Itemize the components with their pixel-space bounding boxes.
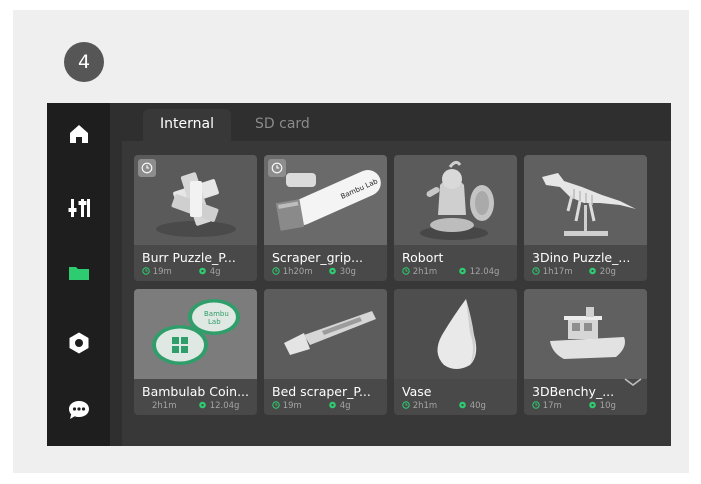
file-thumbnail — [394, 289, 517, 379]
file-thumbnail — [394, 155, 517, 245]
file-name: Robort — [402, 250, 444, 265]
print-time: 1h17m — [542, 267, 573, 277]
file-thumbnail — [524, 155, 647, 245]
clock-icon — [272, 267, 280, 275]
sidebar — [47, 103, 110, 446]
coin-text-1: Bambu — [204, 310, 229, 318]
file-meta: 2h1m 40g — [402, 400, 514, 412]
filament-weight: 12.04g — [469, 267, 500, 277]
file-thumbnail: Bambu Lab — [134, 289, 257, 379]
file-meta: 2h1m 12.04g — [402, 266, 514, 278]
file-name: Vase — [402, 384, 432, 399]
print-time: 2h1m — [152, 401, 177, 411]
file-card[interactable]: 3DBenchy_... 17m 10g — [524, 289, 647, 415]
file-meta: 17m 10g — [532, 400, 644, 412]
history-badge — [268, 159, 286, 177]
clock-icon — [141, 162, 153, 174]
filament-icon — [199, 267, 206, 275]
clock-icon — [271, 162, 283, 174]
file-meta: 19m 4g — [142, 266, 254, 278]
file-card[interactable]: 3Dino Puzzle_... 1h17m 20g — [524, 155, 647, 281]
folder-icon — [68, 267, 89, 280]
clock-icon — [532, 401, 540, 409]
sidebar-item-home[interactable] — [47, 110, 110, 158]
coin-text-2: Lab — [208, 318, 221, 326]
file-name: Bed scraper_P... — [272, 384, 371, 399]
printer-screen: Internal SD card Burr Puzzle_P... 19m 4g… — [47, 103, 671, 446]
print-time: 19m — [152, 267, 172, 277]
file-name: Scraper_grip... — [272, 250, 364, 265]
sidebar-item-files[interactable] — [47, 249, 110, 297]
file-meta: 19m 4g — [272, 400, 384, 412]
filament-icon — [459, 401, 466, 409]
clock-icon — [402, 401, 410, 409]
file-card[interactable]: Bambu Lab Scraper_grip... 1h20m 30g — [264, 155, 387, 281]
file-name: Burr Puzzle_P... — [142, 250, 236, 265]
filament-weight: 10g — [599, 401, 616, 411]
filament-icon — [329, 267, 336, 275]
clock-icon — [532, 267, 540, 275]
tab-internal[interactable]: Internal — [143, 109, 231, 141]
filament-icon — [199, 401, 206, 409]
history-badge — [138, 159, 156, 177]
filament-icon — [459, 267, 466, 275]
file-meta: 2h1m 12.04g — [142, 400, 254, 412]
sidebar-item-messages[interactable] — [47, 386, 110, 434]
filament-icon — [329, 401, 336, 409]
print-time: 1h20m — [282, 267, 313, 277]
file-meta: 1h17m 20g — [532, 266, 644, 278]
file-name: Bambulab Coin... — [142, 384, 250, 399]
print-time: 19m — [282, 401, 302, 411]
sidebar-item-settings[interactable] — [47, 319, 110, 367]
file-card[interactable]: Vase 2h1m 40g — [394, 289, 517, 415]
filament-weight: 40g — [469, 401, 486, 411]
chevron-down-icon[interactable] — [623, 377, 643, 387]
clock-icon — [272, 401, 280, 409]
file-card[interactable]: Burr Puzzle_P... 19m 4g — [134, 155, 257, 281]
filament-weight: 20g — [599, 267, 616, 277]
gear-icon — [69, 332, 88, 354]
filament-weight: 4g — [339, 401, 351, 411]
sidebar-item-controls[interactable] — [47, 184, 110, 232]
print-time: 2h1m — [412, 401, 438, 411]
filament-icon — [589, 267, 596, 275]
step-number-badge: 4 — [64, 42, 104, 82]
file-thumbnail — [264, 289, 387, 379]
print-time: 2h1m — [412, 267, 438, 277]
file-thumbnail — [524, 289, 647, 379]
sliders-icon — [68, 199, 90, 217]
file-card[interactable]: Bed scraper_P... 19m 4g — [264, 289, 387, 415]
chat-icon — [68, 401, 89, 419]
file-card[interactable]: Bambu Lab Bambulab Coin... 2h1m 12.04g — [134, 289, 257, 415]
tab-sd-card[interactable]: SD card — [238, 109, 327, 141]
file-card[interactable]: Robort 2h1m 12.04g — [394, 155, 517, 281]
storage-tabs: Internal SD card — [110, 103, 671, 141]
filament-icon — [589, 401, 596, 409]
print-time: 17m — [542, 401, 562, 411]
clock-icon — [402, 267, 410, 275]
file-meta: 1h20m 30g — [272, 266, 384, 278]
filament-weight: 30g — [339, 267, 356, 277]
file-name: 3Dino Puzzle_... — [532, 250, 631, 265]
filament-weight: 12.04g — [209, 401, 240, 411]
clock-icon — [142, 267, 150, 275]
home-icon — [69, 125, 88, 143]
filament-weight: 4g — [209, 267, 221, 277]
